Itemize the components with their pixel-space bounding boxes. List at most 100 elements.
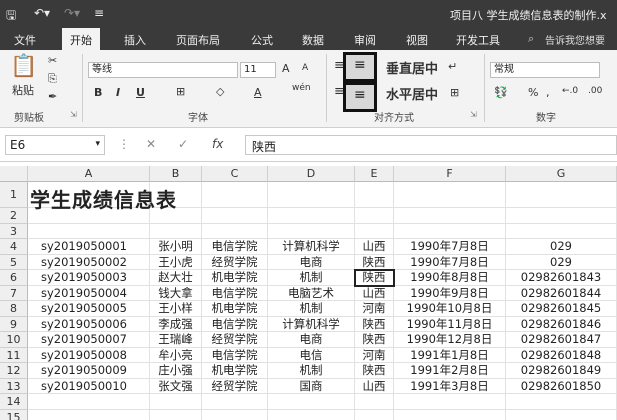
table-cell[interactable]: 电信	[268, 347, 355, 363]
row-header[interactable]: 15	[0, 409, 28, 420]
table-cell[interactable]: sy2019050006	[28, 316, 150, 332]
row-header[interactable]: 1	[0, 182, 28, 208]
grid-cell[interactable]	[394, 409, 506, 420]
tab-file[interactable]: 文件	[14, 32, 36, 48]
name-box[interactable]: E6 ▾	[5, 135, 105, 155]
grid-cell[interactable]	[506, 182, 617, 208]
paste-button[interactable]: 粘贴	[12, 82, 34, 98]
grid-cell[interactable]	[394, 223, 506, 239]
row-header[interactable]: 3	[0, 223, 28, 239]
table-cell[interactable]: 牟小亮	[150, 347, 202, 363]
table-cell[interactable]: 电脑艺术	[268, 285, 355, 301]
row-header[interactable]: 5	[0, 254, 28, 270]
table-cell[interactable]: 国商	[268, 378, 355, 394]
table-cell[interactable]: 1990年9月8日	[394, 285, 506, 301]
comma-style-icon[interactable]: ,	[546, 86, 550, 99]
table-cell[interactable]: 山西	[355, 239, 394, 255]
table-cell[interactable]: 王小虎	[150, 254, 202, 270]
accounting-format-icon[interactable]: 💱	[494, 86, 508, 99]
row-header[interactable]: 12	[0, 363, 28, 379]
table-cell[interactable]: 1991年2月8日	[394, 363, 506, 379]
table-cell[interactable]: 机电学院	[202, 363, 268, 379]
column-header-e[interactable]: E	[355, 166, 394, 182]
enter-icon[interactable]: ✓	[178, 137, 188, 151]
tab-insert[interactable]: 插入	[124, 32, 146, 48]
grid-cell[interactable]	[268, 223, 355, 239]
table-cell[interactable]: 山西	[355, 285, 394, 301]
table-cell[interactable]: 陕西	[355, 316, 394, 332]
table-cell[interactable]: 029	[506, 239, 617, 255]
table-cell[interactable]: sy2019050004	[28, 285, 150, 301]
grid-cell[interactable]	[355, 409, 394, 420]
table-cell[interactable]: 张文强	[150, 378, 202, 394]
table-cell[interactable]: sy2019050008	[28, 347, 150, 363]
table-cell[interactable]: 经贸学院	[202, 332, 268, 348]
row-header[interactable]: 13	[0, 378, 28, 394]
phonetic-button[interactable]: wén	[292, 83, 311, 93]
grid-cell[interactable]	[394, 182, 506, 208]
increase-decimal-icon[interactable]: ←.0	[562, 86, 578, 96]
table-cell[interactable]: 1990年11月8日	[394, 316, 506, 332]
table-cell[interactable]: 王小样	[150, 301, 202, 317]
wrap-text-icon[interactable]: ↵	[448, 60, 457, 73]
grid-cell[interactable]	[506, 409, 617, 420]
table-cell[interactable]: 陕西	[355, 363, 394, 379]
grid-cell[interactable]	[28, 394, 150, 410]
table-cell[interactable]: 电商	[268, 254, 355, 270]
column-header-a[interactable]: A	[28, 166, 150, 182]
row-header[interactable]: 9	[0, 316, 28, 332]
active-cell-selection[interactable]	[354, 269, 395, 287]
tab-developer[interactable]: 开发工具	[456, 32, 500, 48]
table-cell[interactable]: 1990年7月8日	[394, 239, 506, 255]
table-cell[interactable]: 1990年7月8日	[394, 254, 506, 270]
grid-cell[interactable]	[394, 394, 506, 410]
row-header[interactable]: 7	[0, 285, 28, 301]
table-cell[interactable]: 钱大拿	[150, 285, 202, 301]
fill-color-icon[interactable]: ◇	[216, 85, 224, 98]
font-color-button[interactable]: A	[254, 86, 262, 99]
grid-cell[interactable]	[202, 409, 268, 420]
table-cell[interactable]: 机电学院	[202, 270, 268, 286]
border-icon[interactable]: ⊞	[176, 85, 185, 98]
table-cell[interactable]: 陕西	[355, 254, 394, 270]
table-cell[interactable]: sy2019050009	[28, 363, 150, 379]
table-cell[interactable]: 电信学院	[202, 347, 268, 363]
grid-cell[interactable]	[150, 394, 202, 410]
grid-cell[interactable]	[355, 208, 394, 224]
table-cell[interactable]: 02982601847	[506, 332, 617, 348]
row-header[interactable]: 6	[0, 270, 28, 286]
grid-cell[interactable]	[150, 409, 202, 420]
grid-cell[interactable]	[355, 394, 394, 410]
tab-home[interactable]: 开始	[62, 28, 100, 50]
table-cell[interactable]: 02982601850	[506, 378, 617, 394]
font-name-select[interactable]: 等线	[88, 62, 238, 78]
align-center-button-highlight[interactable]: ≡	[343, 82, 377, 112]
grid-cell[interactable]	[355, 182, 394, 208]
font-size-select[interactable]: 11	[240, 62, 276, 78]
table-cell[interactable]: 赵大壮	[150, 270, 202, 286]
table-cell[interactable]: 机制	[268, 270, 355, 286]
row-header[interactable]: 4	[0, 239, 28, 255]
row-header[interactable]: 8	[0, 301, 28, 317]
table-cell[interactable]: 电商	[268, 332, 355, 348]
grid-cell[interactable]	[394, 208, 506, 224]
table-cell[interactable]: 1991年1月8日	[394, 347, 506, 363]
table-cell[interactable]: sy2019050001	[28, 239, 150, 255]
number-format-select[interactable]: 常规	[490, 62, 600, 78]
align-middle-button-highlight[interactable]: ≡	[343, 52, 377, 82]
percent-button[interactable]: %	[528, 86, 538, 99]
table-cell[interactable]: 02982601849	[506, 363, 617, 379]
grid-cell[interactable]	[268, 409, 355, 420]
row-header[interactable]: 11	[0, 347, 28, 363]
table-cell[interactable]: 1990年8月8日	[394, 270, 506, 286]
table-cell[interactable]: 电信学院	[202, 285, 268, 301]
insert-function-icon[interactable]: fx	[212, 137, 223, 151]
grid-cell[interactable]	[28, 409, 150, 420]
table-cell[interactable]: 王瑞峰	[150, 332, 202, 348]
customize-quick-access-icon[interactable]: ≡	[94, 6, 104, 20]
copy-icon[interactable]: ⎘	[48, 72, 57, 86]
grid-cell[interactable]	[506, 208, 617, 224]
paste-icon[interactable]: 📋	[10, 54, 37, 79]
grid-cell[interactable]	[202, 182, 268, 208]
row-header[interactable]: 2	[0, 208, 28, 224]
